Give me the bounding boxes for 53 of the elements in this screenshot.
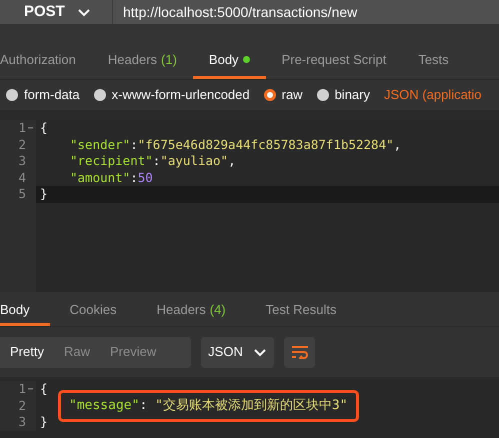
json-punctuation: , bbox=[394, 136, 402, 154]
request-tab[interactable]: Headers (1) bbox=[92, 43, 193, 79]
json-key: "recipient" bbox=[70, 152, 153, 171]
line-number: 3 bbox=[18, 413, 26, 432]
json-punctuation: { bbox=[40, 380, 48, 398]
json-punctuation: : bbox=[152, 152, 160, 170]
line-number: 3 bbox=[18, 152, 26, 170]
body-type-radio[interactable]: form-data bbox=[6, 85, 80, 105]
view-mode-tab[interactable]: Pretty bbox=[0, 336, 54, 368]
body-type-radio[interactable]: binary bbox=[316, 85, 370, 105]
request-editor[interactable]: 1 { 2 "sender":"f675e46d829a44fc85783a87f1b52284", 3 "recipient":"ayuliao", 4 "amount":50 5 } bbox=[0, 120, 499, 292]
json-punctuation: : bbox=[139, 397, 148, 416]
request-tab[interactable]: Pre-request Script bbox=[266, 43, 402, 79]
json-punctuation: : bbox=[130, 168, 138, 187]
json-string: "交易账本被添加到新的区块中3" bbox=[155, 397, 348, 416]
response-tab[interactable]: Test Results bbox=[246, 296, 356, 326]
wrap-button[interactable] bbox=[284, 336, 315, 368]
wrap-lines-icon bbox=[290, 345, 308, 359]
line-number: 2 bbox=[18, 136, 26, 154]
format-dropdown[interactable]: JSON bbox=[201, 336, 274, 368]
response-tab[interactable]: Cookies bbox=[50, 296, 137, 326]
body-type-radio[interactable]: raw bbox=[264, 85, 303, 105]
json-key: "amount" bbox=[70, 168, 130, 188]
response-tab[interactable]: Headers (4) bbox=[136, 296, 246, 326]
body-type-radio[interactable]: x-www-form-urlencoded bbox=[94, 85, 250, 105]
line-number: 2 bbox=[18, 396, 26, 415]
json-punctuation: { bbox=[40, 118, 48, 137]
fold-icon[interactable] bbox=[28, 127, 33, 130]
request-tab[interactable]: Authorization bbox=[0, 43, 92, 79]
radio-icon[interactable] bbox=[6, 89, 18, 101]
format-dropdown[interactable]: JSON (applicatio bbox=[384, 85, 482, 105]
json-punctuation: } bbox=[40, 185, 48, 204]
line-number: 4 bbox=[18, 168, 26, 187]
count-label: (4) bbox=[210, 300, 226, 319]
json-number: 50 bbox=[138, 168, 153, 187]
radio-icon[interactable] bbox=[316, 89, 329, 101]
json-punctuation: : bbox=[130, 136, 138, 154]
caret-icon bbox=[252, 348, 267, 356]
line-number: 1 bbox=[18, 380, 26, 398]
radio-icon[interactable] bbox=[264, 89, 276, 101]
caret-icon bbox=[76, 8, 91, 16]
json-string: "ayuliao" bbox=[160, 152, 228, 170]
radio-icon[interactable] bbox=[94, 89, 106, 101]
json-key: "message" bbox=[69, 396, 140, 416]
count-label: (1) bbox=[161, 50, 177, 69]
line-number: 1 bbox=[18, 118, 26, 137]
json-punctuation: , bbox=[228, 152, 236, 170]
request-tab[interactable]: Tests bbox=[402, 43, 465, 79]
line-number: 5 bbox=[18, 185, 26, 204]
fold-icon[interactable] bbox=[28, 388, 33, 390]
json-key: "sender" bbox=[70, 136, 130, 154]
json-punctuation: } bbox=[40, 413, 48, 432]
json-string: "f675e46d829a44fc85783a87f1b52284" bbox=[138, 136, 394, 154]
